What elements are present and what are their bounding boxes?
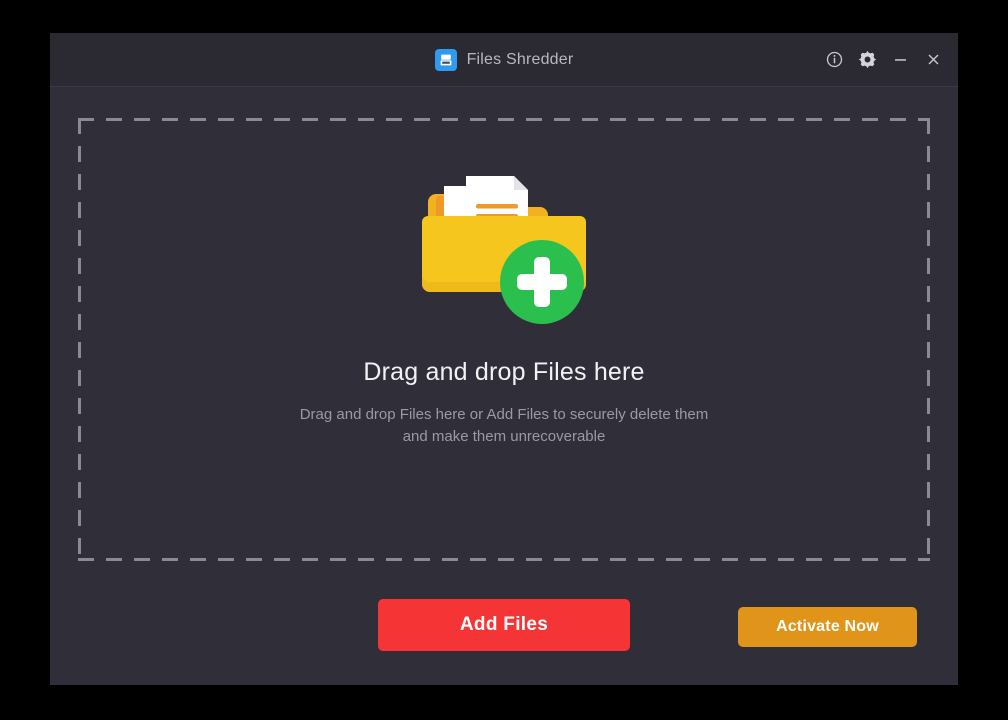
save-floppy-icon [434, 48, 457, 71]
window-title: Files Shredder [466, 50, 574, 68]
gear-icon[interactable] [852, 45, 882, 75]
add-files-button[interactable]: Add Files [378, 599, 630, 651]
minimize-icon[interactable] [885, 45, 915, 75]
window-controls [819, 33, 948, 86]
dropzone-subtext: Drag and drop Files here or Add Files to… [299, 406, 709, 445]
dropzone-content: Drag and drop Files here Drag and drop F… [78, 118, 930, 561]
file-dropzone[interactable]: Drag and drop Files here Drag and drop F… [78, 118, 930, 561]
folder-add-files-icon [414, 164, 594, 334]
action-button-row: Add Files Activate Now [50, 599, 958, 659]
dropzone-heading: Drag and drop Files here [363, 358, 645, 386]
title-bar: Files Shredder [50, 33, 958, 87]
screen-root: Files Shredder Drag and drop Files here … [0, 0, 1008, 720]
close-icon[interactable] [918, 45, 948, 75]
info-icon[interactable] [819, 45, 849, 75]
app-window: Files Shredder Drag and drop Files here … [50, 33, 958, 685]
activate-now-button[interactable]: Activate Now [738, 607, 917, 647]
